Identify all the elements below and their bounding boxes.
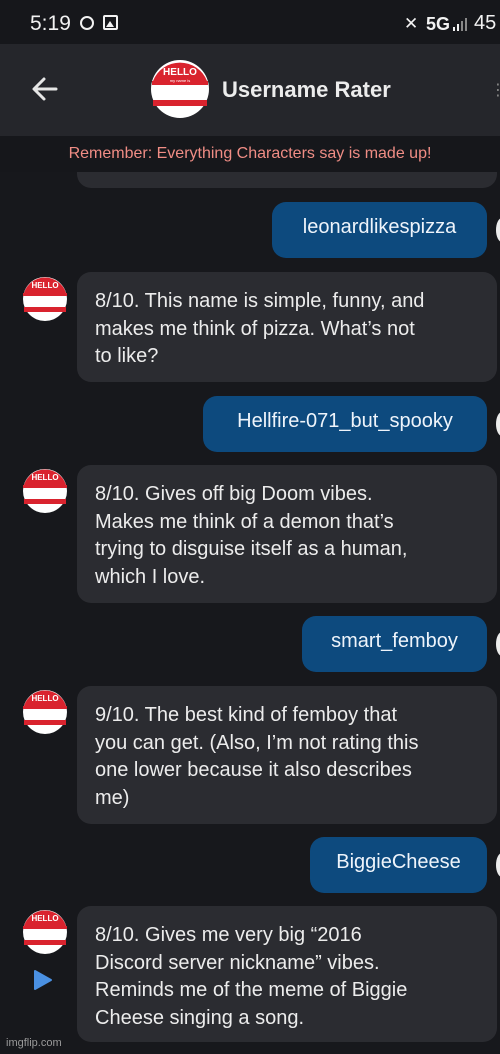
bot-message-line: Cheese singing a song. (95, 1006, 305, 1029)
disclaimer-banner: Remember: Everything Characters say is m… (0, 136, 500, 172)
back-arrow-icon[interactable] (28, 72, 62, 106)
bot-message-line: 9/10. The best kind of femboy that (95, 704, 398, 726)
status-bar: 5:19 ✕ 5G 45 (0, 0, 500, 44)
bot-message-line: makes me think of pizza. What’s not (95, 317, 415, 340)
svg-text:HELLO: HELLO (31, 694, 58, 703)
user-message[interactable]: leonardlikespizza (272, 202, 487, 258)
bot-message-line: Reminds me of the meme of Biggie (95, 979, 408, 1001)
chat-header: HELLO my name is Username Rater ⋮ (0, 44, 500, 136)
bot-message[interactable]: 8/10. This name is simple, funny, and ma… (77, 272, 497, 382)
bot-message-line: one lower because it also describes (95, 759, 412, 781)
user-message[interactable]: Hellfire-071_but_spooky (203, 396, 487, 452)
svg-text:HELLO: HELLO (31, 473, 58, 482)
chat-messages[interactable]: leonardlikespizza HELLO 8/10. This name … (0, 136, 500, 1054)
bot-avatar[interactable]: HELLO (22, 468, 68, 514)
avatar-subtext: my name is (170, 78, 190, 83)
user-message[interactable]: BiggieCheese (310, 837, 487, 893)
character-avatar[interactable]: HELLO my name is (150, 59, 210, 119)
bot-message[interactable]: 9/10. The best kind of femboy that you c… (77, 686, 497, 824)
network-type: 5G (426, 14, 451, 34)
message-edge (496, 412, 500, 436)
user-message-text: Hellfire-071_but_spooky (237, 410, 453, 432)
bot-avatar[interactable]: HELLO (22, 276, 68, 322)
svg-text:HELLO: HELLO (31, 914, 58, 923)
signal-icon (453, 18, 467, 31)
more-menu-icon[interactable]: ⋮ (490, 80, 500, 100)
status-time: 5:19 (30, 12, 71, 35)
user-message[interactable]: smart_femboy (302, 616, 487, 672)
bot-avatar[interactable]: HELLO (22, 909, 68, 955)
svg-text:HELLO: HELLO (31, 281, 58, 290)
bot-message-line: which I love. (95, 565, 206, 588)
bot-avatar[interactable]: HELLO (22, 689, 68, 735)
bot-message-line: Discord server nickname” vibes. (95, 951, 380, 974)
gallery-icon (103, 15, 118, 30)
bot-message-line: to like? (95, 345, 159, 367)
bot-message-line: me) (95, 786, 130, 809)
bot-message-line: you can get. (Also, I’m not rating this (95, 731, 419, 754)
timer-icon (80, 16, 94, 30)
bot-message[interactable]: 8/10. Gives me very big “2016 Discord se… (77, 906, 497, 1042)
user-message-text: smart_femboy (331, 630, 458, 652)
bot-message-line: 8/10. This name is simple, funny, and (95, 290, 425, 312)
bot-message[interactable]: 8/10. Gives off big Doom vibes. Makes me… (77, 465, 497, 603)
play-audio-icon[interactable] (32, 968, 54, 992)
avatar-hello-text: HELLO (163, 67, 197, 78)
bot-message-line: 8/10. Gives off big Doom vibes. (95, 483, 373, 505)
character-name[interactable]: Username Rater (222, 77, 391, 103)
message-edge (496, 218, 500, 242)
bot-message-line: 8/10. Gives me very big “2016 (95, 924, 362, 946)
bot-message-line: trying to disguise itself as a human, (95, 538, 408, 560)
user-message-text: leonardlikespizza (302, 216, 457, 238)
user-message-text: BiggieCheese (336, 851, 461, 873)
watermark: imgflip.com (6, 1037, 62, 1049)
message-edge (496, 853, 500, 877)
mute-icon: ✕ (404, 14, 419, 33)
bot-message-line: Makes me think of a demon that’s (95, 510, 394, 533)
message-edge (496, 632, 500, 656)
battery-level: 45 (474, 12, 497, 34)
